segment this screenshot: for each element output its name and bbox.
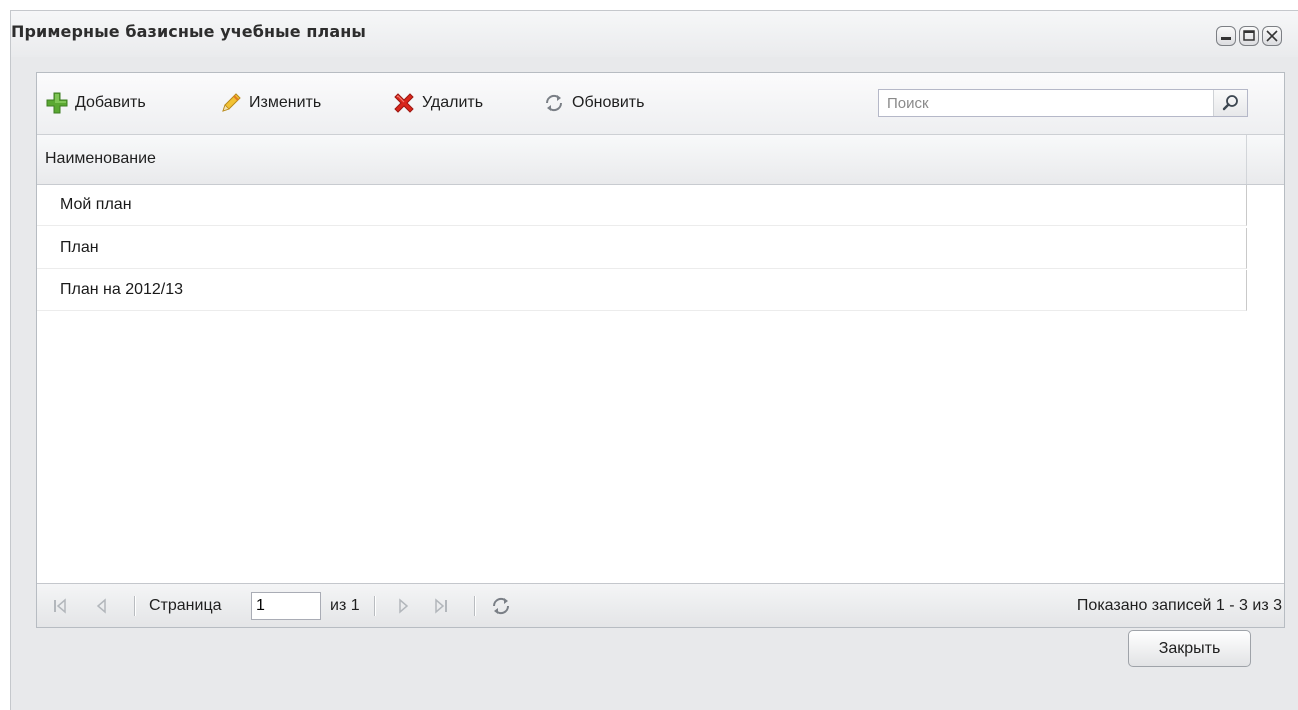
- column-header-label: Наименование: [45, 150, 156, 167]
- delete-button[interactable]: Удалить: [392, 91, 483, 115]
- column-header-name[interactable]: Наименование: [37, 135, 1247, 184]
- maximize-icon: [1243, 30, 1255, 41]
- table-row[interactable]: План: [37, 228, 1247, 269]
- separator: [134, 596, 136, 616]
- next-page-icon[interactable]: [394, 597, 412, 615]
- row-name-cell: Мой план: [60, 196, 132, 213]
- maximize-button[interactable]: [1239, 26, 1259, 46]
- cross-icon: [394, 93, 414, 113]
- refresh-button[interactable]: Обновить: [542, 91, 644, 115]
- separator: [474, 596, 476, 616]
- title-bar[interactable]: Примерные базисные учебные планы: [11, 11, 1298, 57]
- close-button[interactable]: Закрыть: [1128, 630, 1251, 667]
- search-input[interactable]: [879, 90, 1213, 116]
- edit-button-label: Изменить: [249, 94, 322, 111]
- magnifier-icon: [1222, 95, 1238, 111]
- grid-header: Наименование: [37, 135, 1284, 185]
- toolbar: Добавить Изменить Удалить Обновить Поиск: [37, 73, 1284, 135]
- search-field: [878, 89, 1248, 117]
- add-button-label: Добавить: [75, 94, 146, 111]
- minimize-button[interactable]: [1216, 26, 1236, 46]
- first-page-icon[interactable]: [51, 597, 69, 615]
- page-label: Страница: [149, 597, 222, 614]
- separator: [374, 596, 376, 616]
- close-window-button[interactable]: [1262, 26, 1282, 46]
- last-page-icon[interactable]: [432, 597, 450, 615]
- pencil-icon: [222, 93, 241, 112]
- refresh-button-label: Обновить: [572, 94, 645, 111]
- page-count-label: из 1: [330, 597, 360, 614]
- grid-panel: Добавить Изменить Удалить Обновить Поиск…: [36, 72, 1285, 628]
- refresh-icon[interactable]: [489, 594, 513, 618]
- page-number-input[interactable]: [251, 592, 321, 620]
- edit-button[interactable]: Изменить: [219, 91, 321, 115]
- row-name-cell: План: [60, 239, 99, 256]
- prev-page-icon[interactable]: [93, 597, 111, 615]
- delete-button-label: Удалить: [422, 94, 484, 111]
- window-title: Примерные базисные учебные планы: [11, 22, 366, 41]
- search-button[interactable]: [1213, 90, 1247, 116]
- table-row[interactable]: Мой план: [37, 185, 1247, 226]
- dialog-window: Примерные базисные учебные планы Добавит…: [10, 10, 1298, 710]
- paging-info: Показано записей 1 - 3 из 3: [1076, 597, 1282, 614]
- refresh-icon: [545, 94, 563, 112]
- row-name-cell: План на 2012/13: [60, 281, 184, 298]
- paging-toolbar: Страница из 1 Показано записей 1 - 3 из …: [37, 583, 1284, 627]
- close-icon: [1266, 30, 1278, 42]
- minimize-icon: [1221, 37, 1231, 40]
- table-row[interactable]: План на 2012/13: [37, 270, 1247, 311]
- add-button[interactable]: Добавить: [45, 91, 146, 115]
- plus-icon: [46, 92, 68, 114]
